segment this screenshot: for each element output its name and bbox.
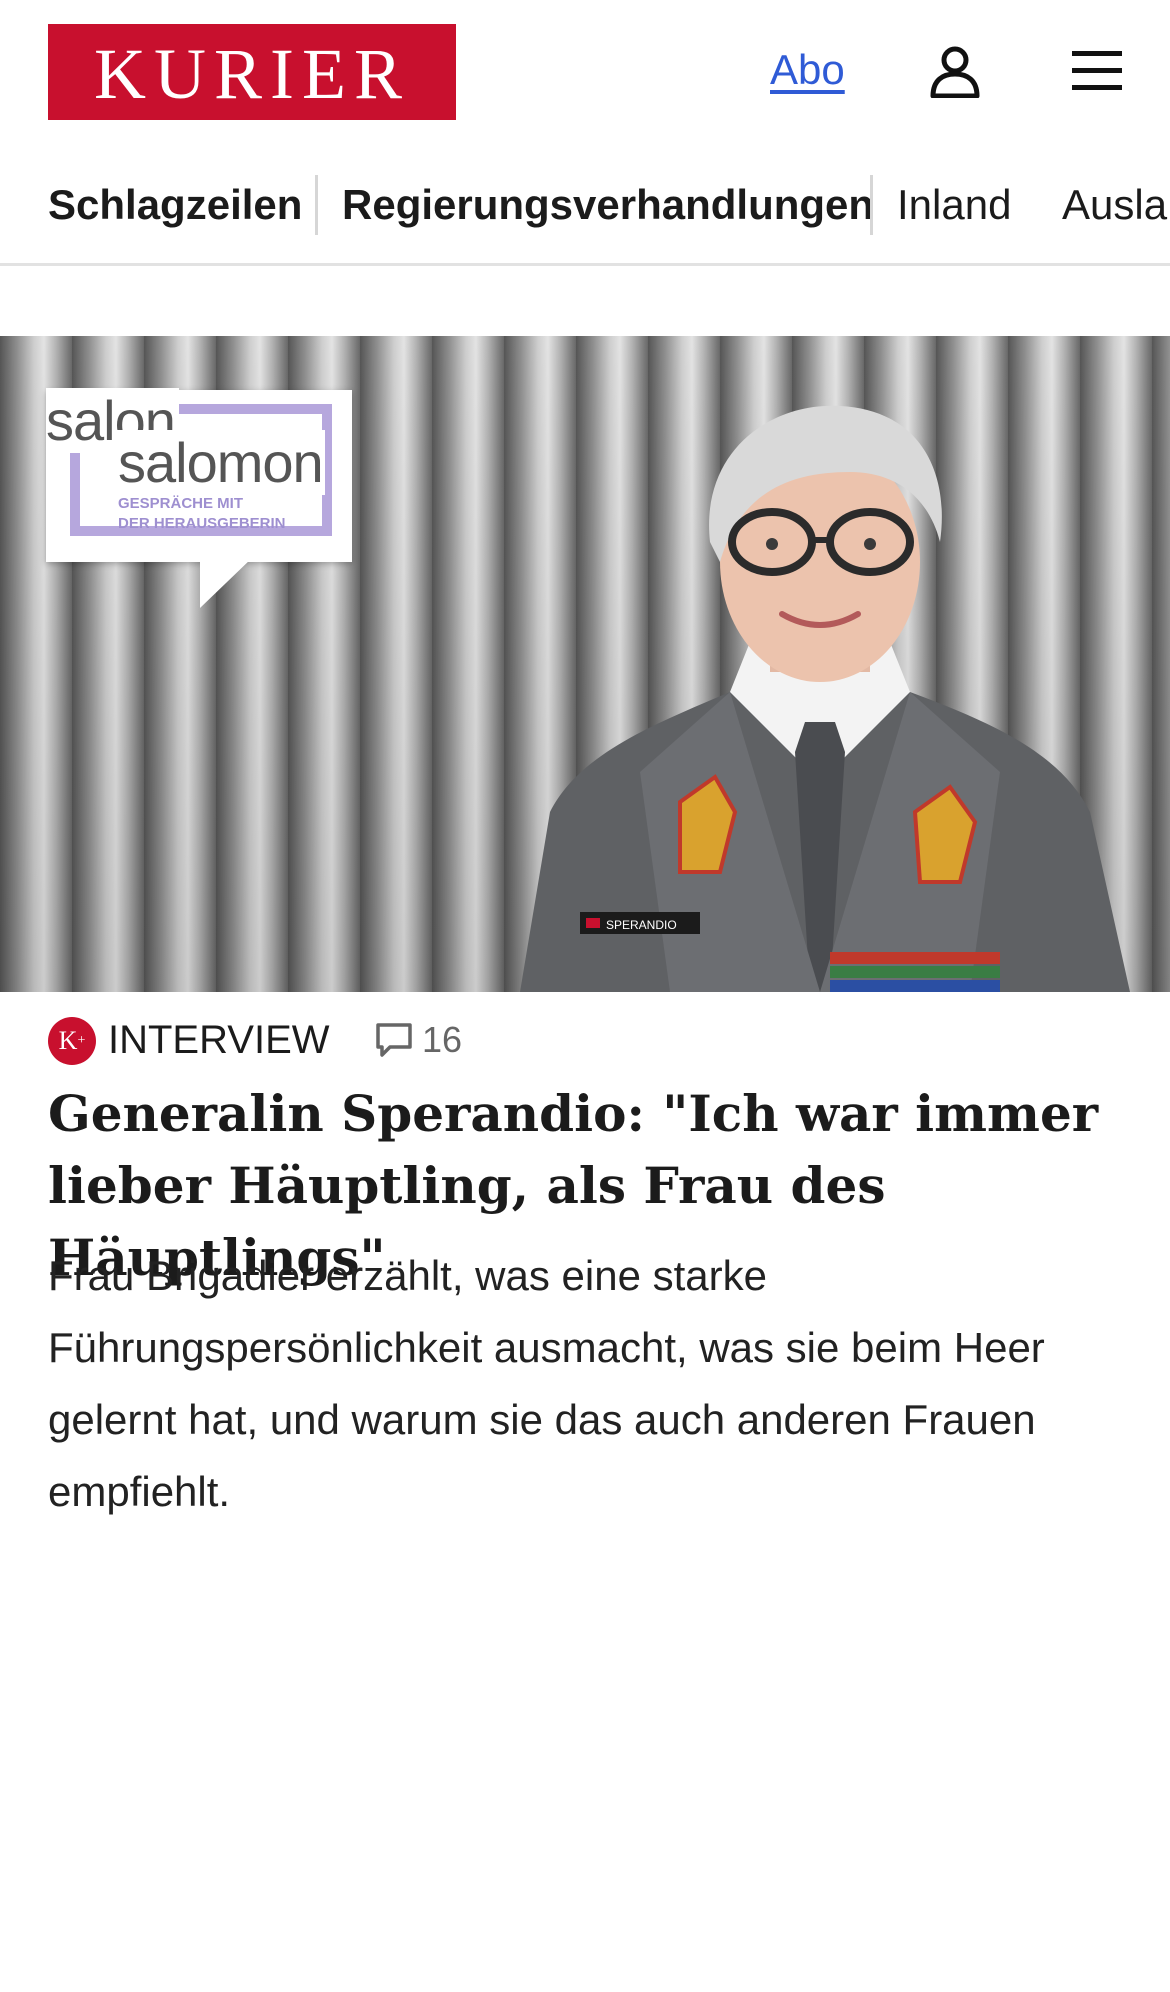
abo-link[interactable]: Abo	[770, 46, 845, 94]
hamburger-menu-icon[interactable]	[1070, 48, 1124, 94]
comment-icon[interactable]	[374, 1020, 414, 1060]
article-hero-image[interactable]: salon salomon GESPRÄCHE MIT DER HERAUSGE…	[0, 336, 1170, 992]
nav-divider	[315, 175, 318, 235]
badge-title-line2: salomon	[116, 430, 325, 495]
article-lead[interactable]: Frau Brigadier erzählt, was eine starke …	[48, 1240, 1128, 1528]
badge-speech-tail	[200, 558, 252, 608]
article-kicker: INTERVIEW	[108, 1018, 330, 1062]
nav-item-inland[interactable]: Inland	[897, 177, 1011, 233]
site-header: KURIER Abo	[0, 0, 1170, 140]
nav-divider	[870, 175, 873, 235]
nav-item-schlagzeilen[interactable]: Schlagzeilen	[48, 177, 302, 233]
portrait-photo: SPERANDIO	[520, 405, 1130, 992]
premium-k-plus-icon: K +	[48, 1017, 96, 1065]
badge-subtitle: GESPRÄCHE MIT DER HERAUSGEBERIN	[118, 495, 286, 532]
comment-count[interactable]: 16	[422, 1016, 462, 1064]
section-nav: Schlagzeilen Regierungsverhandlungen Inl…	[0, 165, 1170, 266]
salon-salomon-badge: salon salomon GESPRÄCHE MIT DER HERAUSGE…	[46, 388, 352, 562]
nav-item-ausland[interactable]: Ausla	[1062, 177, 1167, 233]
kurier-logo[interactable]: KURIER	[48, 24, 456, 120]
user-icon[interactable]	[928, 44, 982, 98]
svg-text:SPERANDIO: SPERANDIO	[606, 918, 677, 932]
nav-item-regierungsverhandlungen[interactable]: Regierungsverhandlungen	[342, 177, 874, 233]
